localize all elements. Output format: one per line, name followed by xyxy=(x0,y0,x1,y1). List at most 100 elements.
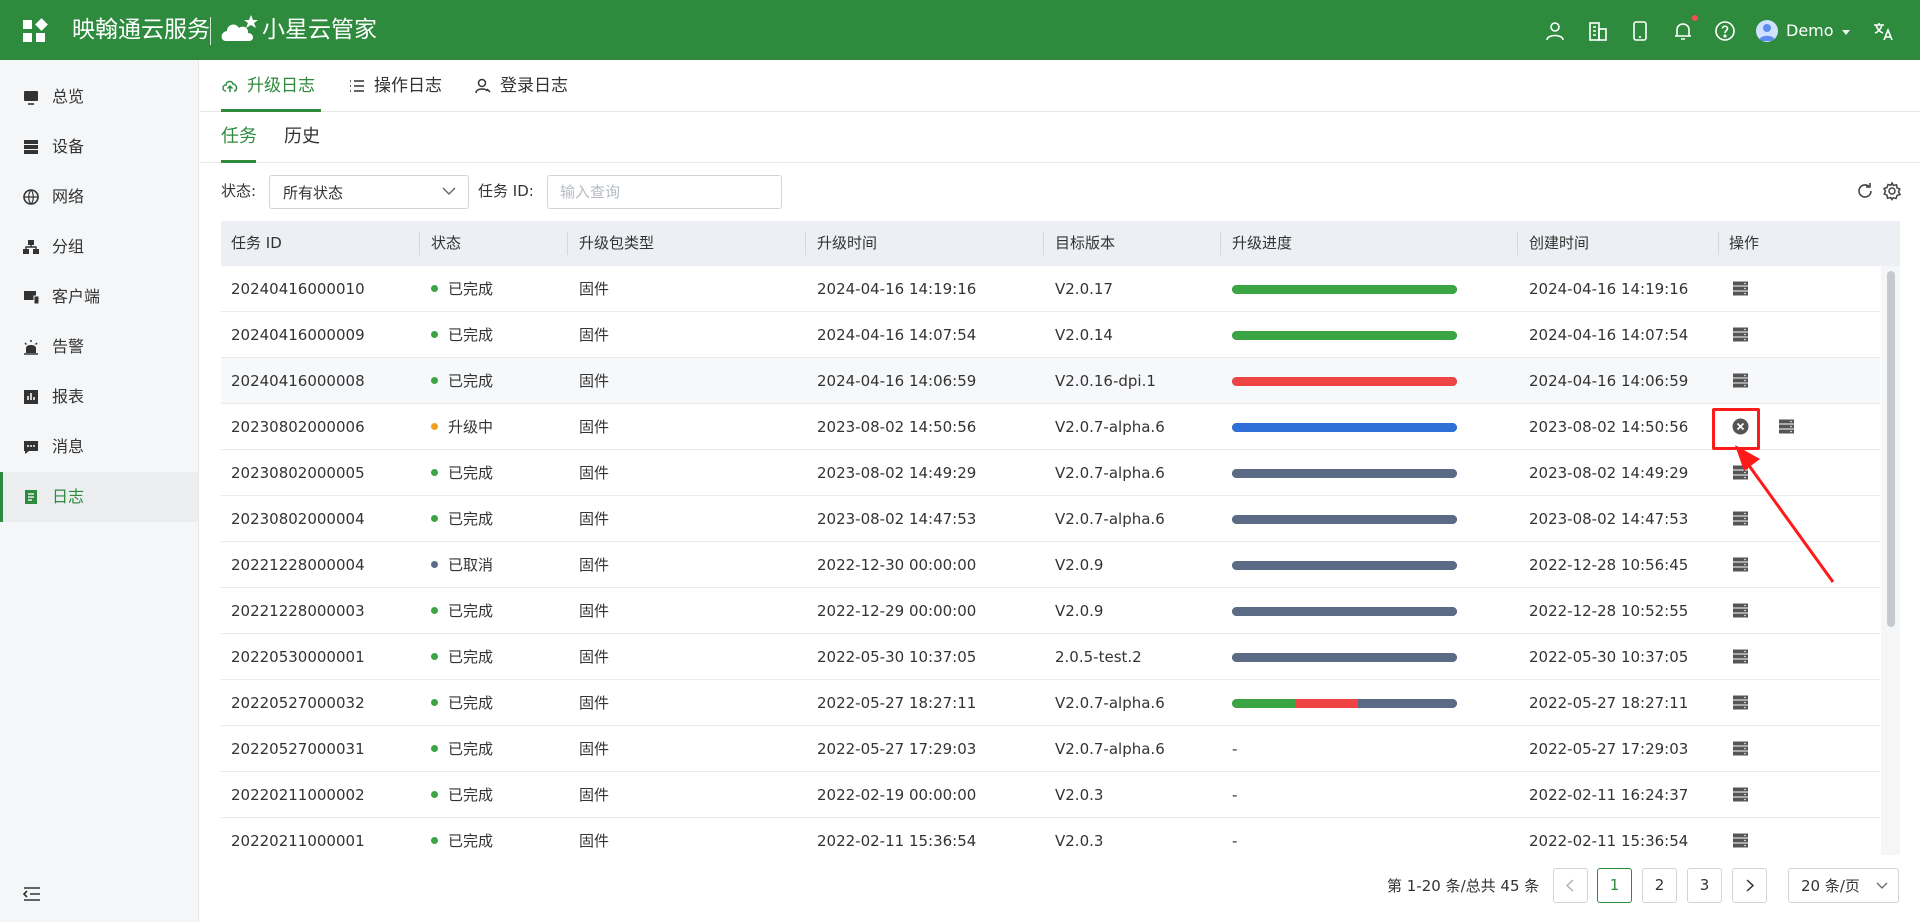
created-time-cell: 2022-05-30 10:37:05 xyxy=(1529,648,1689,666)
sidebar-item-group[interactable]: 分组 xyxy=(0,222,198,272)
status-cell: 已完成 xyxy=(448,464,494,482)
status-select-value: 所有状态 xyxy=(283,184,344,202)
sidebar-item-alarm[interactable]: 告警 xyxy=(0,322,198,372)
table-row: 20230802000006 升级中 固件 2023-08-02 14:50:56 V2… xyxy=(221,404,1880,450)
package-type-cell: 固件 xyxy=(579,372,610,390)
status-dot xyxy=(431,607,438,614)
task-detail-icon[interactable] xyxy=(1732,602,1749,619)
refresh-icon[interactable] xyxy=(1855,181,1875,201)
target-version-cell: V2.0.7-alpha.6 xyxy=(1055,740,1165,758)
avatar[interactable] xyxy=(1756,20,1778,42)
task-id-cell: 20230802000006 xyxy=(231,418,365,436)
task-detail-icon[interactable] xyxy=(1732,372,1749,389)
progress-segment xyxy=(1232,607,1457,616)
target-version-cell: V2.0.17 xyxy=(1055,280,1113,298)
page-button-3[interactable]: 3 xyxy=(1687,868,1722,903)
upgrade-time-cell: 2022-05-27 17:29:03 xyxy=(817,740,977,758)
collapse-menu-icon[interactable] xyxy=(22,886,42,902)
users-icon[interactable] xyxy=(1543,19,1567,43)
cloud-star-logo-icon xyxy=(221,15,258,41)
progress-segment xyxy=(1232,377,1457,386)
task-id-cell: 20221228000003 xyxy=(231,602,365,620)
tab-tasks[interactable]: 任务 xyxy=(221,124,257,150)
chevron-right-icon xyxy=(1746,879,1755,892)
user-caret-icon[interactable] xyxy=(1842,30,1850,35)
status-dot xyxy=(431,791,438,798)
sidebar-item-label: 客户端 xyxy=(52,287,101,306)
sidebar-item-monitor[interactable]: 总览 xyxy=(0,72,198,122)
sidebar-item-message[interactable]: 消息 xyxy=(0,422,198,472)
table-row: 20221228000003 已完成 固件 2022-12-29 00:00:00 V2… xyxy=(221,588,1880,634)
task-detail-icon[interactable] xyxy=(1732,648,1749,665)
translate-icon[interactable] xyxy=(1871,19,1895,43)
progress-cell: - xyxy=(1232,740,1238,758)
sidebar-item-log[interactable]: 日志 xyxy=(0,472,198,522)
task-id-cell: 20240416000010 xyxy=(231,280,365,298)
status-select[interactable]: 所有状态 xyxy=(269,175,469,209)
task-detail-icon[interactable] xyxy=(1732,740,1749,757)
table-row: 20220211000002 已完成 固件 2022-02-19 00:00:00 V2… xyxy=(221,772,1880,818)
page-button-2[interactable]: 2 xyxy=(1642,868,1677,903)
progress-cell: - xyxy=(1232,832,1238,850)
task-detail-icon[interactable] xyxy=(1778,418,1795,435)
progress-segment xyxy=(1358,699,1457,708)
table-scrollbar-thumb[interactable] xyxy=(1887,271,1895,627)
task-detail-icon[interactable] xyxy=(1732,694,1749,711)
task-detail-icon[interactable] xyxy=(1732,786,1749,803)
package-type-cell: 固件 xyxy=(579,740,610,758)
bell-icon[interactable] xyxy=(1671,19,1695,43)
building-icon[interactable] xyxy=(1586,19,1610,43)
column-header-created-time: 创建时间 xyxy=(1529,234,1590,252)
tab-history[interactable]: 历史 xyxy=(284,124,320,150)
sidebar-item-client[interactable]: 客户端 xyxy=(0,272,198,322)
sidebar-item-server[interactable]: 设备 xyxy=(0,122,198,172)
upgrade-time-cell: 2022-05-30 10:37:05 xyxy=(817,648,977,666)
task-id-cell: 20220211000001 xyxy=(231,832,365,850)
user-name[interactable]: Demo xyxy=(1786,20,1834,42)
next-page-button[interactable] xyxy=(1732,868,1767,903)
sidebar-item-label: 设备 xyxy=(52,137,85,156)
sidebar-item-label: 分组 xyxy=(52,237,85,256)
help-icon[interactable] xyxy=(1713,19,1737,43)
table-row: 20221228000004 已取消 固件 2022-12-30 00:00:00 V2… xyxy=(221,542,1880,588)
column-header-upgrade-time: 升级时间 xyxy=(817,234,878,252)
top-header: 映翰通云服务 小星云管家 Demo xyxy=(0,0,1920,60)
progress-bar xyxy=(1232,561,1457,570)
upgrade-time-cell: 2023-08-02 14:47:53 xyxy=(817,510,977,528)
prev-page-button[interactable] xyxy=(1553,868,1588,903)
column-header-target-version: 目标版本 xyxy=(1055,234,1116,252)
app-grid-icon[interactable] xyxy=(23,18,49,42)
progress-segment xyxy=(1232,331,1457,340)
sidebar-item-globe[interactable]: 网络 xyxy=(0,172,198,222)
page-size-select[interactable]: 20 条/页 xyxy=(1788,868,1899,903)
sidebar-item-report[interactable]: 报表 xyxy=(0,372,198,422)
alarm-icon xyxy=(24,340,38,355)
upgrade-time-cell: 2022-02-19 00:00:00 xyxy=(817,786,977,804)
monitor-icon xyxy=(24,91,38,105)
column-header-task-id: 任务 ID xyxy=(231,234,282,252)
settings-gear-icon[interactable] xyxy=(1882,181,1902,201)
cloud-upload-icon xyxy=(222,80,238,92)
task-detail-icon[interactable] xyxy=(1732,280,1749,297)
progress-segment xyxy=(1232,515,1457,524)
task-id-cell: 20240416000009 xyxy=(231,326,365,344)
status-dot xyxy=(431,837,438,844)
target-version-cell: 2.0.5-test.2 xyxy=(1055,648,1142,666)
package-type-cell: 固件 xyxy=(579,832,610,850)
page-button-1[interactable]: 1 xyxy=(1597,868,1632,903)
task-detail-icon[interactable] xyxy=(1732,832,1749,849)
created-time-cell: 2022-12-28 10:52:55 xyxy=(1529,602,1689,620)
task-id-search-input[interactable] xyxy=(547,175,782,209)
mobile-icon[interactable] xyxy=(1628,19,1652,43)
package-type-cell: 固件 xyxy=(579,786,610,804)
group-icon xyxy=(23,240,39,254)
user-login-icon xyxy=(475,78,491,94)
progress-segment xyxy=(1232,469,1457,478)
created-time-cell: 2022-12-28 10:56:45 xyxy=(1529,556,1689,574)
status-dot xyxy=(431,285,438,292)
task-detail-icon[interactable] xyxy=(1732,326,1749,343)
table-row: 20220527000032 已完成 固件 2022-05-27 18:27:11 V2… xyxy=(221,680,1880,726)
table-row: 20220530000001 已完成 固件 2022-05-30 10:37:05 2.… xyxy=(221,634,1880,680)
status-cell: 已完成 xyxy=(448,326,494,344)
status-cell: 已完成 xyxy=(448,280,494,298)
